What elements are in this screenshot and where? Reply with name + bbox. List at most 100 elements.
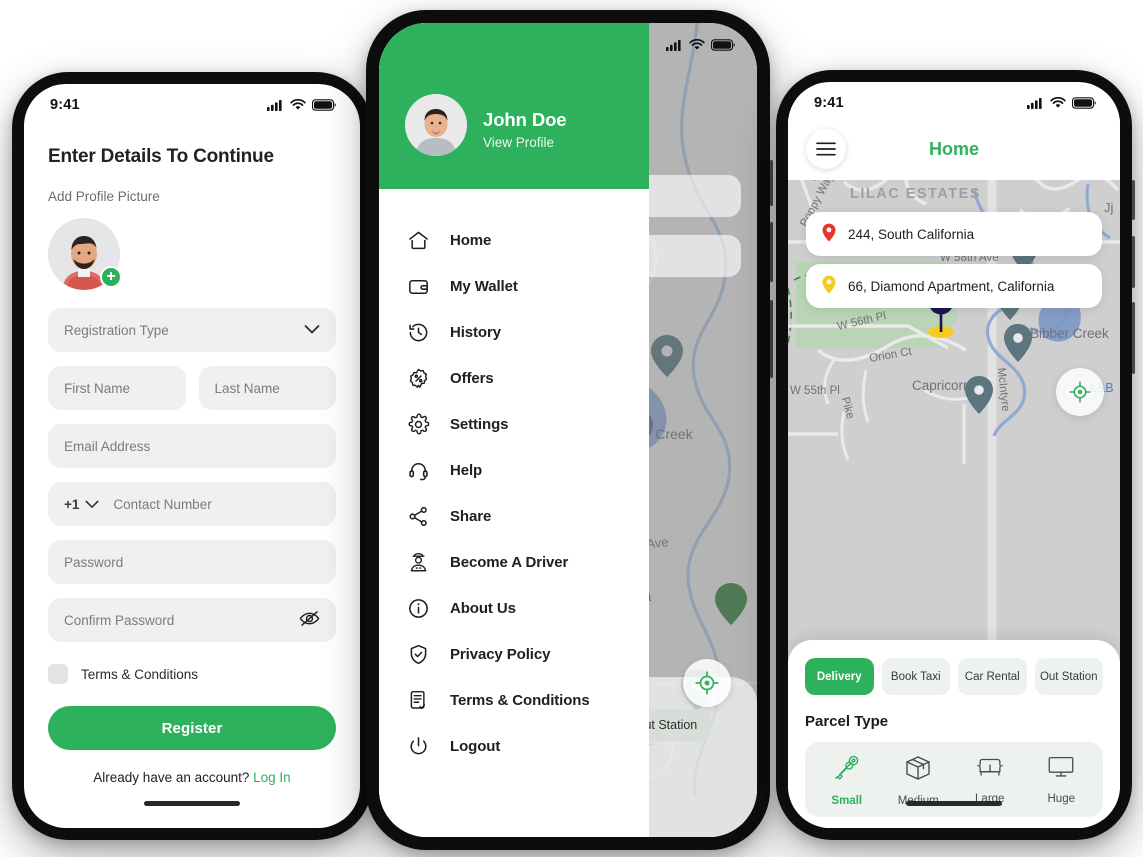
status-icons	[1027, 97, 1096, 109]
registration-type-select[interactable]: Registration Type	[48, 308, 336, 352]
battery-icon	[711, 39, 735, 51]
add-photo-icon[interactable]: +	[100, 266, 122, 288]
cellular-signal-icon	[1027, 97, 1044, 109]
home-icon	[405, 227, 431, 253]
parcel-option-large[interactable]: Large	[954, 754, 1026, 807]
tv-icon	[1046, 754, 1076, 785]
tab-book-taxi[interactable]: Book Taxi	[881, 658, 950, 695]
cellular-signal-icon	[666, 39, 683, 51]
phone-side-button-volume-down[interactable]	[1132, 236, 1135, 288]
drawer-avatar	[405, 94, 467, 156]
locate-me-button[interactable]	[683, 659, 731, 707]
drop-address-text: 66, Diamond Apartment, California	[848, 278, 1055, 294]
status-time: 9:41	[50, 97, 80, 113]
cellular-signal-icon	[267, 99, 284, 111]
email-placeholder: Email Address	[64, 438, 151, 454]
phone-side-button-volume-down[interactable]	[770, 222, 773, 282]
parcel-option-medium[interactable]: Medium	[883, 754, 955, 807]
svg-text:Capricorn: Capricorn	[912, 378, 971, 393]
chevron-down-icon	[304, 323, 320, 338]
menu-item-logout[interactable]: Logout	[405, 723, 649, 769]
parcel-option-small[interactable]: Small	[811, 754, 883, 807]
drawer-user-name: John Doe	[483, 108, 567, 130]
menu-item-history[interactable]: History	[405, 309, 649, 355]
password-input[interactable]: Password	[48, 540, 336, 584]
terms-checkbox[interactable]	[48, 664, 68, 684]
hamburger-icon[interactable]	[806, 129, 846, 169]
battery-icon	[312, 99, 336, 111]
phone-side-button-volume-up[interactable]	[770, 160, 773, 206]
view-profile-link[interactable]: View Profile	[483, 135, 566, 150]
first-name-placeholder: First Name	[64, 380, 131, 396]
register-screen: 9:41 Enter Details To Continue Add Profi…	[24, 84, 360, 828]
drop-address-card[interactable]: 66, Diamond Apartment, California	[806, 264, 1102, 308]
booking-bottom-sheet: Delivery Book Taxi Car Rental Out Statio…	[788, 640, 1120, 828]
home-indicator	[144, 801, 240, 806]
drop-location-pin-icon	[822, 275, 836, 297]
menu-label: My Wallet	[450, 277, 518, 295]
menu-label: Terms & Conditions	[450, 691, 590, 709]
tab-out-station[interactable]: Out Station	[1034, 658, 1103, 695]
menu-item-terms-and-conditions[interactable]: Terms & Conditions	[405, 677, 649, 723]
share-icon	[405, 503, 431, 529]
name-row: First Name Last Name	[48, 366, 336, 410]
menu-item-my-wallet[interactable]: My Wallet	[405, 263, 649, 309]
status-bar-home: 9:41	[788, 82, 1120, 118]
terms-row[interactable]: Terms & Conditions	[48, 664, 336, 684]
battery-icon	[1072, 97, 1096, 109]
menu-item-share[interactable]: Share	[405, 493, 649, 539]
menu-label: Privacy Policy	[450, 645, 551, 663]
country-code-chevron-down-icon[interactable]	[85, 497, 99, 512]
svg-text:cking: cking	[788, 180, 818, 181]
registration-type-placeholder: Registration Type	[64, 322, 169, 338]
wifi-icon	[290, 99, 306, 111]
shield-check-icon	[405, 641, 431, 667]
offer-percent-icon	[405, 365, 431, 391]
wifi-icon	[689, 39, 705, 51]
phone-side-button-volume-up[interactable]	[1132, 180, 1135, 220]
register-button[interactable]: Register	[48, 706, 336, 750]
drawer-header[interactable]: John Doe View Profile	[379, 23, 649, 189]
last-name-input[interactable]: Last Name	[198, 366, 336, 410]
contact-number-input[interactable]: +1 Contact Number	[48, 482, 336, 526]
first-name-input[interactable]: First Name	[48, 366, 186, 410]
menu-item-privacy-policy[interactable]: Privacy Policy	[405, 631, 649, 677]
phone-right-home: 9:41 Home LILAC ESTATES Poppy Way W 58th…	[776, 70, 1135, 840]
power-icon	[405, 733, 431, 759]
menu-label: Help	[450, 461, 483, 479]
menu-item-offers[interactable]: Offers	[405, 355, 649, 401]
confirm-password-input[interactable]: Confirm Password	[48, 598, 336, 642]
home-screen: 9:41 Home LILAC ESTATES Poppy Way W 58th…	[788, 82, 1120, 828]
menu-item-help[interactable]: Help	[405, 447, 649, 493]
menu-item-about-us[interactable]: About Us	[405, 585, 649, 631]
pickup-address-card[interactable]: 244, South California	[806, 212, 1102, 256]
email-input[interactable]: Email Address	[48, 424, 336, 468]
menu-item-become-a-driver[interactable]: Become A Driver	[405, 539, 649, 585]
parcel-label: Small	[831, 795, 863, 807]
eye-off-icon[interactable]	[299, 611, 320, 630]
locate-me-button[interactable]	[1056, 368, 1104, 416]
status-icons	[267, 99, 336, 111]
navigation-drawer: John Doe View Profile Home My Wallet His…	[379, 23, 649, 837]
register-form: Enter Details To Continue Add Profile Pi…	[24, 120, 360, 785]
parcel-label: Huge	[1047, 793, 1076, 805]
profile-picture-uploader[interactable]: +	[48, 218, 122, 290]
wifi-icon	[1050, 97, 1066, 109]
parcel-option-huge[interactable]: Huge	[1026, 754, 1098, 807]
add-profile-picture-label: Add Profile Picture	[48, 189, 160, 204]
menu-item-home[interactable]: Home	[405, 217, 649, 263]
menu-label: Offers	[450, 369, 494, 387]
svg-text:Jj: Jj	[1104, 200, 1114, 215]
page-title: Enter Details To Continue	[48, 146, 274, 167]
log-in-link[interactable]: Log In	[253, 770, 291, 785]
tab-car-rental[interactable]: Car Rental	[958, 658, 1027, 695]
phone-side-button-power[interactable]	[770, 300, 773, 378]
info-circle-icon	[405, 595, 431, 621]
phone-side-button-power[interactable]	[1132, 302, 1135, 374]
menu-item-settings[interactable]: Settings	[405, 401, 649, 447]
contact-number-placeholder: Contact Number	[113, 496, 212, 512]
gear-icon	[405, 411, 431, 437]
document-check-icon	[405, 687, 431, 713]
tab-delivery[interactable]: Delivery	[805, 658, 874, 695]
home-header: Home	[788, 118, 1120, 180]
